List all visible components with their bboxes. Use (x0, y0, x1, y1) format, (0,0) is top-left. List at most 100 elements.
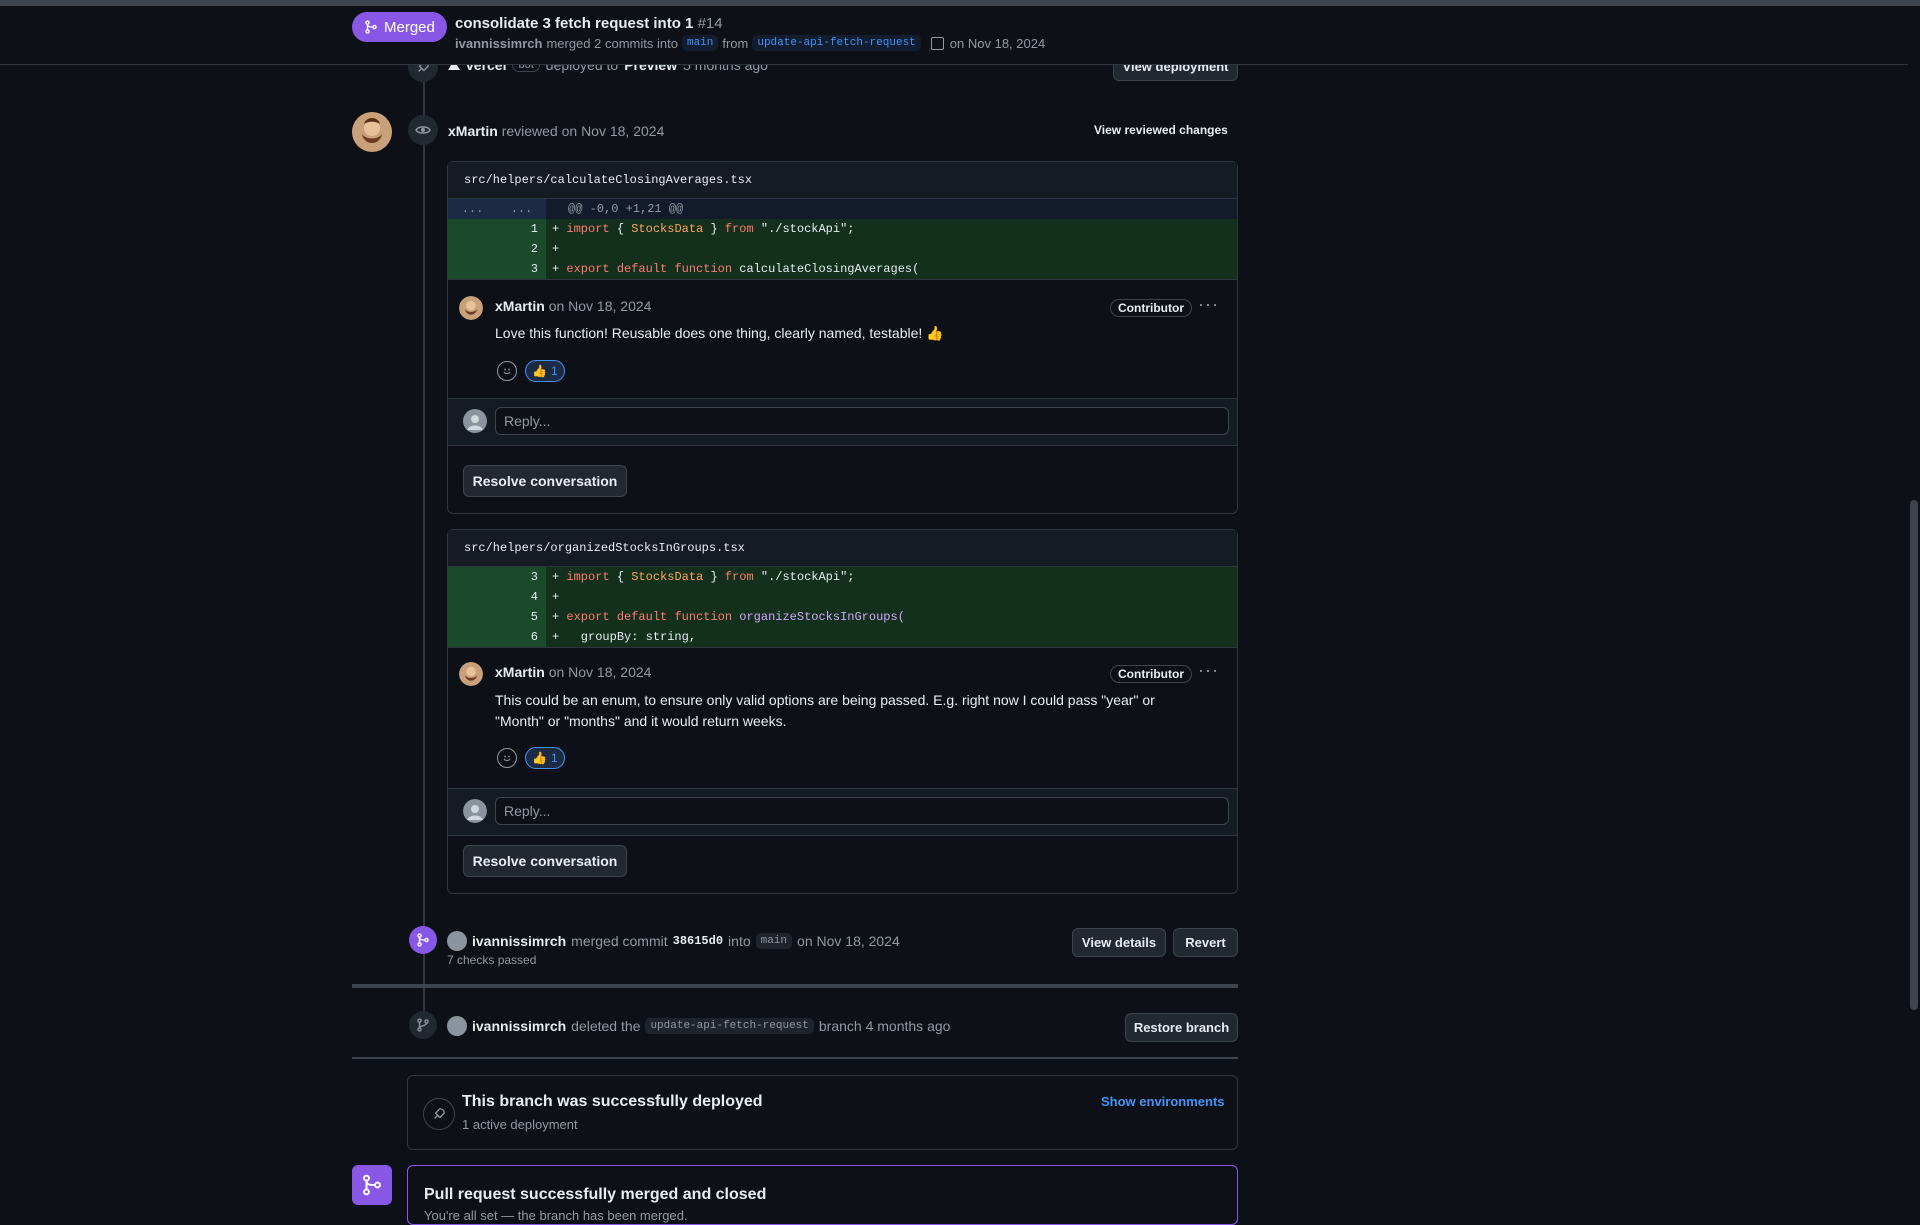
review-thread-2: src/helpers/organizedStocksInGroups.tsx … (447, 529, 1238, 894)
comment-1: xMartin on Nov 18, 2024 Contributor ··· … (448, 279, 1237, 398)
eye-icon (408, 115, 438, 145)
file-path-1[interactable]: src/helpers/calculateClosingAverages.tsx (448, 162, 1237, 199)
file-path-2[interactable]: src/helpers/organizedStocksInGroups.tsx (448, 530, 1237, 567)
resolve-conversation-button[interactable]: Resolve conversation (463, 465, 627, 497)
deployment-status-box: This branch was successfully deployed 1 … (407, 1075, 1238, 1150)
diff-line[interactable]: 6 + groupBy: string, (448, 627, 1237, 647)
merge-date[interactable]: on Nov 18, 2024 (797, 933, 900, 949)
restore-branch-button[interactable]: Restore branch (1125, 1013, 1238, 1042)
diff-line[interactable]: 3 + export default function calculateClos… (448, 259, 1237, 279)
copy-icon[interactable] (930, 36, 944, 50)
line-number[interactable]: 1 (448, 219, 546, 239)
view-reviewed-changes-button[interactable]: View reviewed changes (1094, 123, 1228, 137)
code-line: + export default function calculateClosi… (546, 259, 1237, 279)
diff-line[interactable]: 2 + (448, 239, 1237, 259)
merge-icon (409, 926, 437, 954)
code-line: + (546, 239, 1237, 259)
merged-status-box: Pull request successfully merged and clo… (407, 1165, 1238, 1225)
diff-lines-1: 1 + import { StocksData } from "./stockAp… (448, 219, 1237, 279)
comment-body: This could be an enum, to ensure only va… (495, 692, 1155, 729)
scrollbar-thumb[interactable] (1910, 500, 1918, 1010)
revert-button[interactable]: Revert (1173, 928, 1238, 957)
merge-icon (352, 1165, 392, 1205)
base-branch-tag[interactable]: main (681, 35, 719, 51)
avatar (463, 799, 487, 823)
commit-sha[interactable]: 38615d0 (673, 934, 723, 948)
avatar[interactable] (447, 931, 467, 951)
diff-line[interactable]: 3 + import { StocksData } from "./stockAp… (448, 567, 1237, 587)
timeline-divider (352, 1057, 1238, 1059)
timeline-divider (352, 984, 1238, 988)
add-reaction-icon[interactable] (497, 748, 517, 768)
avatar (463, 409, 487, 433)
pr-number: #14 (697, 15, 723, 32)
checks-passed[interactable]: 7 checks passed (447, 953, 536, 967)
comment-header: xMartin on Nov 18, 2024 (495, 664, 651, 680)
delete-actor[interactable]: ivannissimrch (472, 1018, 566, 1034)
comment-header: xMartin on Nov 18, 2024 (495, 298, 651, 314)
delete-time: branch 4 months ago (818, 1018, 951, 1034)
rocket-icon (423, 1098, 455, 1130)
code-line: + export default function organizeStocks… (546, 607, 1237, 627)
merge-branch-tag[interactable]: main (755, 933, 793, 949)
show-environments-link[interactable]: Show environments (1101, 1094, 1225, 1109)
line-number[interactable]: 5 (448, 607, 546, 627)
comment-author[interactable]: xMartin (495, 298, 545, 314)
review-text: reviewed on Nov 18, 2024 (501, 123, 665, 139)
deleted-branch-tag: update-api-fetch-request (645, 1018, 814, 1034)
line-number[interactable]: 3 (448, 259, 546, 279)
pr-title-text[interactable]: consolidate 3 fetch request into 1 (455, 15, 693, 32)
pr-merge-text: merged 2 commits into (546, 35, 678, 51)
timeline-line (423, 64, 425, 1024)
add-reaction-icon[interactable] (497, 361, 517, 381)
kebab-menu-icon[interactable]: ··· (1198, 660, 1219, 681)
merge-event-text: ivannissimrch merged commit 38615d0 into… (447, 931, 900, 951)
thumbs-up-reaction[interactable]: 👍 1 (525, 360, 565, 382)
thumbs-up-reaction[interactable]: 👍 1 (525, 747, 565, 769)
view-details-button[interactable]: View details (1072, 928, 1166, 957)
thumbs-up-icon: 👍 (532, 364, 547, 378)
pr-merger[interactable]: ivannissimrch (455, 36, 542, 51)
kebab-menu-icon[interactable]: ··· (1198, 294, 1219, 315)
comment-2: xMartin on Nov 18, 2024 Contributor ··· … (448, 647, 1237, 788)
diff-line[interactable]: 1 + import { StocksData } from "./stockAp… (448, 219, 1237, 239)
code-line: + import { StocksData } from "./stockApi… (546, 219, 1237, 239)
merged-title: Pull request successfully merged and clo… (424, 1186, 767, 1203)
avatar[interactable] (459, 296, 483, 320)
merge-icon (365, 20, 377, 34)
hunk-header: @@ -0,0 +1,21 @@ (546, 199, 1237, 219)
contributor-badge: Contributor (1110, 299, 1192, 317)
contributor-badge: Contributor (1110, 665, 1192, 683)
comment-date[interactable]: on Nov 18, 2024 (549, 664, 652, 680)
diff-line[interactable]: 4 + (448, 587, 1237, 607)
merged-subtitle: You're all set — the branch has been mer… (424, 1208, 688, 1223)
comment-body: Love this function! Reusable does one th… (495, 325, 944, 341)
avatar[interactable] (352, 112, 392, 152)
comment-date[interactable]: on Nov 18, 2024 (549, 298, 652, 314)
line-number[interactable]: 3 (448, 567, 546, 587)
pr-date: on Nov 18, 2024 (949, 35, 1046, 51)
merge-text: merged commit (571, 933, 668, 949)
diff-line[interactable]: 5 + export default function organizeStock… (448, 607, 1237, 627)
reply-input[interactable]: Reply... (495, 797, 1229, 825)
reply-row: Reply... (448, 788, 1237, 836)
review-header: xMartin reviewed on Nov 18, 2024 (448, 123, 664, 139)
reviewer-name[interactable]: xMartin (448, 123, 498, 139)
line-number[interactable]: 2 (448, 239, 546, 259)
avatar[interactable] (447, 1016, 467, 1036)
expand-up-icon[interactable]: ... (462, 199, 484, 219)
line-number[interactable]: 6 (448, 627, 546, 647)
code-line: + groupBy: string, (546, 627, 1237, 647)
reply-input[interactable]: Reply... (495, 407, 1229, 435)
resolve-conversation-button[interactable]: Resolve conversation (463, 845, 627, 877)
expand-down-icon[interactable]: ... (511, 199, 533, 219)
head-branch-tag[interactable]: update-api-fetch-request (752, 35, 921, 51)
diff-hunk-row[interactable]: ...... @@ -0,0 +1,21 @@ (448, 199, 1237, 219)
deploy-subtitle: 1 active deployment (462, 1117, 578, 1132)
comment-author[interactable]: xMartin (495, 664, 545, 680)
reply-row: Reply... (448, 398, 1237, 446)
thumbs-up-icon: 👍 (532, 751, 547, 765)
line-number[interactable]: 4 (448, 587, 546, 607)
avatar[interactable] (459, 662, 483, 686)
merge-actor[interactable]: ivannissimrch (472, 933, 566, 949)
